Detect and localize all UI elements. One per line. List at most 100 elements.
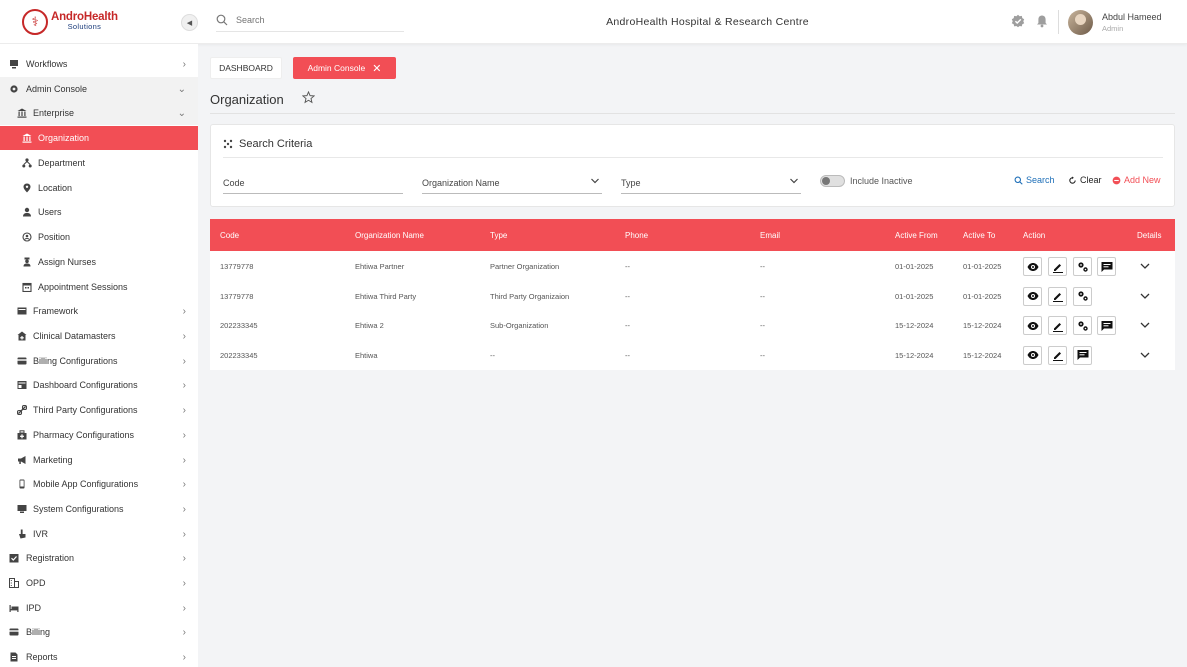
column-header-active-from[interactable]: Active From: [895, 231, 938, 240]
comment-icon: [1077, 350, 1088, 360]
column-header-email[interactable]: Email: [760, 231, 780, 240]
pharmacy-icon: [17, 430, 27, 440]
eye-icon: [1027, 292, 1038, 300]
chevron-right-icon: ›: [182, 429, 186, 441]
edit-button[interactable]: [1048, 286, 1067, 306]
sidebar-item-billing[interactable]: Billing ›: [0, 620, 198, 644]
eye-icon: [1027, 321, 1038, 330]
comments-button[interactable]: [1097, 257, 1116, 276]
sidebar-item-assign-nurses[interactable]: Assign Nurses: [0, 250, 198, 274]
view-button[interactable]: [1023, 286, 1042, 306]
chevron-down-icon[interactable]: [1139, 290, 1151, 302]
sidebar-item-dashboard-configurations[interactable]: Dashboard Configurations ›: [0, 373, 198, 397]
sidebar-item-clinical-datamasters[interactable]: Clinical Datamasters ›: [0, 324, 198, 348]
user-avatar[interactable]: [1068, 10, 1093, 35]
gear-icon: [9, 84, 19, 94]
settings-button[interactable]: [1073, 316, 1092, 335]
sidebar-item-organization[interactable]: Organization: [0, 126, 198, 150]
tab-admin-console[interactable]: Admin Console ✕: [293, 57, 396, 79]
view-button[interactable]: [1023, 316, 1042, 335]
user-role: Admin: [1102, 24, 1124, 33]
close-icon[interactable]: ✕: [372, 62, 381, 75]
column-header-phone[interactable]: Phone: [625, 231, 648, 240]
organization-table: Code Organization Name Type Phone Email …: [210, 219, 1175, 370]
sidebar-item-system-configurations[interactable]: System Configurations ›: [0, 497, 198, 521]
sidebar-item-department[interactable]: Department: [0, 151, 198, 175]
chevron-down-icon: ⌄: [177, 107, 186, 119]
code-field[interactable]: Code: [223, 172, 403, 194]
edit-button[interactable]: [1048, 316, 1067, 335]
sidebar-item-registration[interactable]: Registration ›: [0, 546, 198, 570]
sidebar-item-users[interactable]: Users: [0, 200, 198, 224]
sidebar-item-position[interactable]: Position: [0, 225, 198, 249]
sidebar-item-admin-console[interactable]: Admin Console ⌄: [0, 77, 198, 101]
edit-button[interactable]: [1048, 345, 1067, 365]
sidebar-collapse-button[interactable]: ◀: [181, 14, 198, 31]
sidebar-item-enterprise[interactable]: Enterprise ⌄: [0, 101, 198, 125]
column-header-active-to[interactable]: Active To: [963, 231, 995, 240]
dashboard-icon: [17, 380, 27, 390]
sidebar-item-marketing[interactable]: Marketing ›: [0, 448, 198, 472]
tab-dashboard[interactable]: DASHBOARD: [210, 57, 282, 79]
chevron-down-icon[interactable]: [1139, 349, 1151, 361]
brand-logo[interactable]: ⚕ AndroHealth Solutions: [22, 8, 122, 36]
bed-icon: [9, 603, 19, 613]
chevron-right-icon: ›: [182, 330, 186, 342]
table-row: 202233345 Ehtiwa -- -- -- 15-12-2024 15-…: [210, 340, 1175, 370]
building-icon: [9, 578, 19, 588]
card-icon: [17, 356, 27, 366]
sidebar-item-framework[interactable]: Framework ›: [0, 299, 198, 323]
title-divider: [210, 113, 1175, 114]
comment-icon: [1101, 261, 1112, 272]
sidebar-item-ipd[interactable]: IPD ›: [0, 596, 198, 620]
pointer-icon: [17, 529, 27, 539]
chevron-down-icon[interactable]: [1139, 319, 1151, 331]
chevron-right-icon: ›: [182, 58, 186, 70]
settings-button[interactable]: [1073, 257, 1092, 276]
table-row: 202233345 Ehtiwa 2 Sub-Organization -- -…: [210, 310, 1175, 340]
chevron-down-icon: ⌄: [177, 83, 186, 95]
edit-button[interactable]: [1048, 257, 1067, 276]
include-inactive-toggle[interactable]: [820, 175, 845, 187]
comments-button[interactable]: [1097, 316, 1116, 335]
chevron-right-icon: ›: [182, 478, 186, 490]
pencil-icon: [1052, 322, 1063, 332]
sidebar-item-pharmacy-configurations[interactable]: Pharmacy Configurations ›: [0, 423, 198, 447]
comments-button[interactable]: [1073, 345, 1092, 365]
hospital-title: AndroHealth Hospital & Research Centre: [606, 16, 809, 28]
column-header-action: Action: [1023, 231, 1046, 240]
chevron-right-icon: ›: [182, 651, 186, 663]
sidebar-item-ivr[interactable]: IVR ›: [0, 522, 198, 546]
brand-tagline: Solutions: [67, 22, 102, 31]
report-icon: [9, 652, 19, 662]
global-search-input[interactable]: [236, 15, 396, 25]
sidebar-item-third-party-configurations[interactable]: Third Party Configurations ›: [0, 398, 198, 422]
verified-badge-icon[interactable]: [1011, 14, 1025, 28]
bell-icon[interactable]: [1035, 14, 1049, 28]
sidebar-item-appointment-sessions[interactable]: Appointment Sessions: [0, 275, 198, 299]
settings-button[interactable]: [1073, 286, 1092, 306]
clear-button[interactable]: Clear: [1068, 175, 1102, 185]
type-select[interactable]: Type: [621, 172, 801, 194]
billing-icon: [9, 627, 19, 637]
sidebar-item-opd[interactable]: OPD ›: [0, 571, 198, 595]
column-header-organization-name[interactable]: Organization Name: [355, 231, 424, 240]
sidebar-item-location[interactable]: Location: [0, 176, 198, 200]
chevron-down-icon: [591, 178, 599, 184]
column-header-type[interactable]: Type: [490, 231, 507, 240]
view-button[interactable]: [1023, 345, 1042, 365]
sidebar-item-billing-configurations[interactable]: Billing Configurations ›: [0, 349, 198, 373]
search-button[interactable]: Search: [1014, 175, 1055, 185]
add-new-button[interactable]: Add New: [1112, 175, 1161, 185]
chevron-down-icon[interactable]: [1139, 260, 1151, 272]
gears-icon: [1077, 261, 1088, 272]
column-header-code[interactable]: Code: [220, 231, 239, 240]
nurse-icon: [22, 257, 32, 267]
star-icon[interactable]: [302, 91, 315, 104]
sidebar-item-reports[interactable]: Reports ›: [0, 645, 198, 667]
sidebar-item-mobile-app-configurations[interactable]: Mobile App Configurations ›: [0, 472, 198, 496]
organization-name-select[interactable]: Organization Name: [422, 172, 602, 194]
chevron-down-icon: [790, 178, 798, 184]
sidebar-item-workflows[interactable]: Workflows ›: [0, 52, 198, 76]
view-button[interactable]: [1023, 257, 1042, 276]
